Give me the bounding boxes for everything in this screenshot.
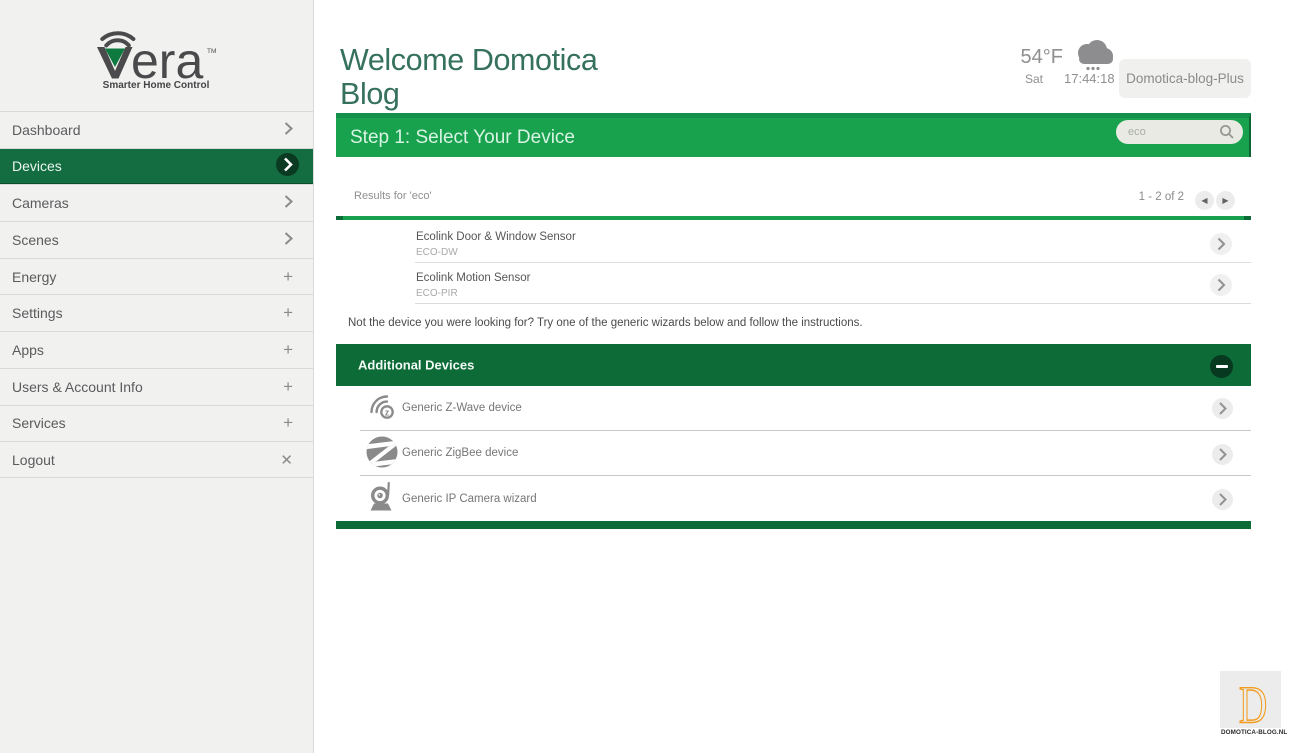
svg-text:z: z bbox=[385, 408, 390, 418]
svg-text:TM: TM bbox=[207, 48, 216, 55]
svg-text:Smarter Home Control: Smarter Home Control bbox=[103, 80, 210, 91]
